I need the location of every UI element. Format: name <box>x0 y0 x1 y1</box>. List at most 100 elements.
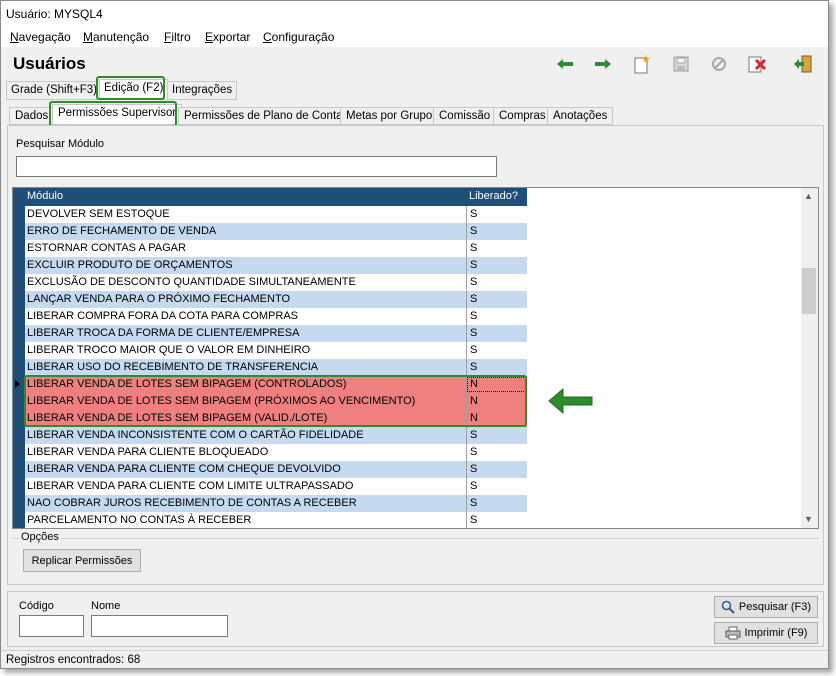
menu-navegacao[interactable]: Navegação <box>10 30 71 44</box>
table-row[interactable]: EXCLUSÃO DE DESCONTO QUANTIDADE SIMULTAN… <box>25 274 527 291</box>
modulo-cell[interactable]: LIBERAR VENDA PARA CLIENTE COM CHEQUE DE… <box>25 461 466 478</box>
modulo-cell[interactable]: LIBERAR TROCO MAIOR QUE O VALOR EM DINHE… <box>25 342 466 359</box>
page-title: Usuários <box>13 54 86 73</box>
table-row[interactable]: ESTORNAR CONTAS A PAGAR S <box>25 240 527 257</box>
liberado-cell[interactable]: S <box>466 206 527 223</box>
modulo-cell[interactable]: NAO COBRAR JUROS RECEBIMENTO DE CONTAS A… <box>25 495 466 512</box>
tab-comissao[interactable]: Comissão <box>433 107 497 125</box>
tab-metas-grupo[interactable]: Metas por Grupo <box>340 107 439 125</box>
table-row[interactable]: NAO COBRAR JUROS RECEBIMENTO DE CONTAS A… <box>25 495 527 512</box>
scroll-down-icon[interactable]: ▼ <box>804 514 813 524</box>
main-window: Usuário: MYSQL4 Navegação Manutenção Fil… <box>0 0 829 669</box>
codigo-label: Código <box>19 600 54 612</box>
liberado-cell[interactable]: S <box>466 478 527 495</box>
modulo-cell[interactable]: LIBERAR COMPRA FORA DA COTA PARA COMPRAS <box>25 308 466 325</box>
table-row[interactable]: LIBERAR USO DO RECEBIMENTO DE TRANSFEREN… <box>25 359 527 376</box>
table-row[interactable]: LIBERAR VENDA PARA CLIENTE BLOQUEADO S <box>25 444 527 461</box>
tab-anotacoes[interactable]: Anotações <box>547 107 614 125</box>
table-row[interactable]: LIBERAR COMPRA FORA DA COTA PARA COMPRAS… <box>25 308 527 325</box>
codigo-field[interactable] <box>19 615 84 637</box>
liberado-cell[interactable]: S <box>466 223 527 240</box>
page-header: Usuários <box>2 48 828 78</box>
liberado-cell[interactable]: S <box>466 461 527 478</box>
tab-dados[interactable]: Dados <box>9 107 55 125</box>
liberado-cell[interactable]: S <box>466 342 527 359</box>
modulo-cell[interactable]: LIBERAR VENDA PARA CLIENTE COM LIMITE UL… <box>25 478 466 495</box>
table-row[interactable]: LIBERAR TROCO MAIOR QUE O VALOR EM DINHE… <box>25 342 527 359</box>
annotation-arrow-icon <box>548 387 593 415</box>
column-header-modulo[interactable]: Módulo <box>27 190 63 202</box>
modulo-cell[interactable]: DEVOLVER SEM ESTOQUE <box>25 206 466 223</box>
liberado-cell[interactable]: S <box>466 240 527 257</box>
liberado-cell[interactable]: S <box>466 325 527 342</box>
liberado-cell[interactable]: S <box>466 359 527 376</box>
modulo-cell[interactable]: ERRO DE FECHAMENTO DE VENDA <box>25 223 466 240</box>
back-arrow-icon[interactable] <box>554 53 576 75</box>
liberado-cell[interactable]: S <box>466 274 527 291</box>
nome-label: Nome <box>91 600 121 612</box>
printer-icon <box>725 626 741 640</box>
liberado-cell[interactable]: S <box>466 291 527 308</box>
tab-integracoes[interactable]: Integrações <box>167 81 238 100</box>
opcoes-label: Opções <box>19 531 61 543</box>
modulo-cell[interactable]: ESTORNAR CONTAS A PAGAR <box>25 240 466 257</box>
liberado-cell[interactable]: S <box>466 444 527 461</box>
tab-compras[interactable]: Compras <box>493 107 552 125</box>
imprimir-button[interactable]: Imprimir (F9) <box>714 622 818 644</box>
replicar-permissoes-button[interactable]: Replicar Permissões <box>23 549 141 572</box>
table-row[interactable]: LANÇAR VENDA PARA O PRÓXIMO FECHAMENTO S <box>25 291 527 308</box>
table-row[interactable]: EXCLUIR PRODUTO DE ORÇAMENTOS S <box>25 257 527 274</box>
column-header-liberado[interactable]: Liberado? <box>469 190 518 202</box>
modulo-cell[interactable]: LIBERAR USO DO RECEBIMENTO DE TRANSFEREN… <box>25 359 466 376</box>
status-bar: Registros encontrados: 68 <box>2 650 828 669</box>
modulo-cell[interactable]: EXCLUSÃO DE DESCONTO QUANTIDADE SIMULTAN… <box>25 274 466 291</box>
liberado-cell[interactable]: S <box>466 512 527 528</box>
forward-arrow-icon[interactable] <box>592 53 614 75</box>
save-icon[interactable] <box>670 53 692 75</box>
cancel-icon[interactable] <box>708 53 730 75</box>
pesquisar-button[interactable]: Pesquisar (F3) <box>714 596 818 618</box>
modulo-cell[interactable]: LIBERAR VENDA PARA CLIENTE BLOQUEADO <box>25 444 466 461</box>
search-label: Pesquisar Módulo <box>16 138 105 150</box>
nome-field[interactable] <box>91 615 228 637</box>
highlight-box <box>49 101 177 127</box>
modulo-cell[interactable]: LIBERAR TROCA DA FORMA DE CLIENTE/EMPRES… <box>25 325 466 342</box>
modulo-cell[interactable]: PARCELAMENTO NO CONTAS À RECEBER <box>25 512 466 528</box>
exit-icon[interactable] <box>792 53 814 75</box>
row-indicator-column <box>13 206 25 528</box>
table-row[interactable]: DEVOLVER SEM ESTOQUE S <box>25 206 527 223</box>
table-row[interactable]: LIBERAR VENDA PARA CLIENTE COM CHEQUE DE… <box>25 461 527 478</box>
liberado-cell[interactable]: S <box>466 308 527 325</box>
liberado-cell[interactable]: S <box>466 495 527 512</box>
menu-manutencao[interactable]: Manutenção <box>83 30 149 44</box>
magnifier-icon <box>721 600 735 614</box>
modulo-cell[interactable]: LIBERAR VENDA INCONSISTENTE COM O CARTÃO… <box>25 427 466 444</box>
menu-bar: Navegação Manutenção Filtro Exportar Con… <box>1 27 828 47</box>
vertical-scrollbar[interactable]: ▲ ▼ <box>801 188 818 528</box>
menu-configuracao[interactable]: Configuração <box>263 30 334 44</box>
liberado-cell[interactable]: S <box>466 427 527 444</box>
imprimir-label: Imprimir (F9) <box>744 627 808 639</box>
delete-icon[interactable] <box>746 53 768 75</box>
table-row[interactable]: LIBERAR VENDA PARA CLIENTE COM LIMITE UL… <box>25 478 527 495</box>
scroll-thumb[interactable] <box>802 268 816 314</box>
replicar-permissoes-label: Replicar Permissões <box>31 554 133 567</box>
search-input[interactable] <box>16 156 497 177</box>
tab-grade[interactable]: Grade (Shift+F3) <box>6 81 102 100</box>
new-record-icon[interactable] <box>631 53 653 75</box>
scroll-up-icon[interactable]: ▲ <box>804 191 813 201</box>
highlight-box <box>96 76 165 100</box>
tab-permissoes-plano-contas[interactable]: Permissões de Plano de Contas <box>178 107 355 125</box>
liberado-cell[interactable]: S <box>466 257 527 274</box>
menu-exportar[interactable]: Exportar <box>205 30 250 44</box>
permissions-grid: Módulo Liberado? DEVOLVER SEM ESTOQUE S ER… <box>12 187 819 529</box>
grid-header: Módulo Liberado? <box>13 188 527 206</box>
menu-filtro[interactable]: Filtro <box>164 30 191 44</box>
table-row[interactable]: LIBERAR TROCA DA FORMA DE CLIENTE/EMPRES… <box>25 325 527 342</box>
modulo-cell[interactable]: EXCLUIR PRODUTO DE ORÇAMENTOS <box>25 257 466 274</box>
modulo-cell[interactable]: LANÇAR VENDA PARA O PRÓXIMO FECHAMENTO <box>25 291 466 308</box>
table-row[interactable]: LIBERAR VENDA INCONSISTENTE COM O CARTÃO… <box>25 427 527 444</box>
table-row[interactable]: ERRO DE FECHAMENTO DE VENDA S <box>25 223 527 240</box>
highlight-box <box>24 375 527 427</box>
table-row[interactable]: PARCELAMENTO NO CONTAS À RECEBER S <box>25 512 527 528</box>
